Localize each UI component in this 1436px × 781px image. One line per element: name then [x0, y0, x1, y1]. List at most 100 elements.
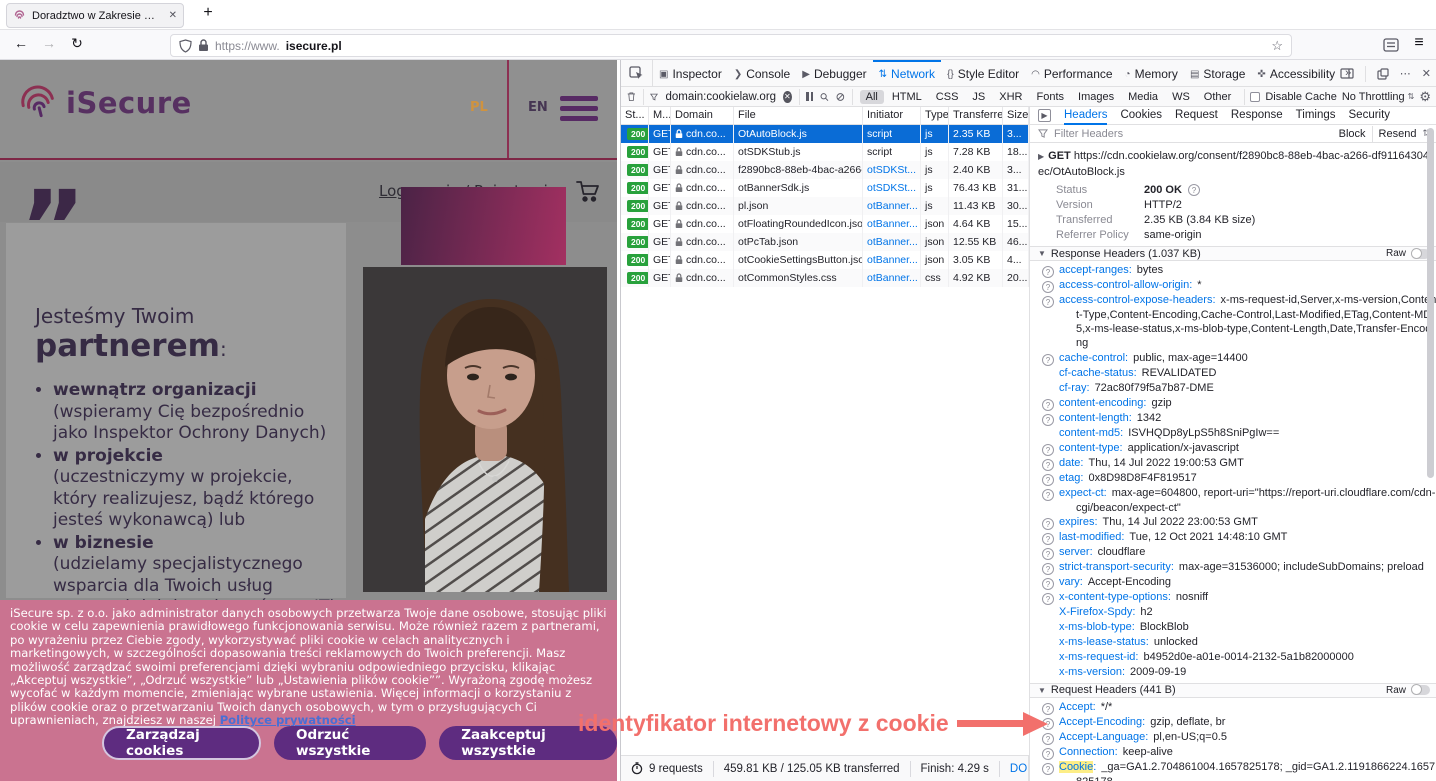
disable-cache-label[interactable]: Disable Cache [1265, 91, 1337, 103]
info-icon[interactable]: ? [1042, 593, 1054, 605]
info-icon[interactable]: ? [1042, 399, 1054, 411]
info-icon[interactable]: ? [1042, 474, 1054, 486]
responsive-mode-icon[interactable] [1340, 68, 1354, 79]
panel-tab-response[interactable]: Response [1231, 107, 1283, 125]
info-icon[interactable]: ? [1042, 578, 1054, 590]
network-request-row[interactable]: 200 GET cdn.co... otCookieSettingsButton… [621, 251, 1029, 269]
info-icon[interactable]: ? [1042, 548, 1054, 560]
pause-recording-icon[interactable] [806, 92, 813, 101]
info-icon[interactable]: ? [1042, 444, 1054, 456]
info-icon[interactable]: ? [1042, 563, 1054, 575]
network-request-row[interactable]: 200 GET cdn.co... pl.json otBanner... js… [621, 197, 1029, 215]
info-icon[interactable]: ? [1042, 518, 1054, 530]
block-button[interactable]: Block [1339, 128, 1366, 140]
info-icon[interactable]: ? [1042, 414, 1054, 426]
info-icon[interactable]: ? [1042, 266, 1054, 278]
clear-requests-trash-icon[interactable] [627, 90, 636, 103]
panel-tab-cookies[interactable]: Cookies [1120, 107, 1162, 125]
reload-button[interactable]: ↻ [66, 35, 88, 52]
info-icon[interactable]: ? [1042, 489, 1054, 501]
raw-toggle[interactable] [1411, 685, 1430, 695]
panel-tab-security[interactable]: Security [1349, 107, 1391, 125]
filter-headers-input[interactable]: Filter Headers [1054, 128, 1333, 140]
filter-html[interactable]: HTML [886, 90, 928, 104]
info-icon[interactable]: ? [1042, 459, 1054, 471]
site-menu-icon[interactable] [560, 96, 598, 126]
request-url-summary[interactable]: ▶GET https://cdn.cookielaw.org/consent/f… [1030, 143, 1436, 183]
column-header[interactable]: M... [649, 107, 671, 124]
domcontentloaded-time[interactable]: DOMContentLoaded: [1000, 761, 1029, 777]
devtools-close-icon[interactable]: ✕ [1422, 67, 1431, 80]
url-bar[interactable]: https://www.isecure.pl ☆ [170, 34, 1292, 57]
block-url-icon[interactable] [836, 91, 845, 103]
panel-tab-timings[interactable]: Timings [1296, 107, 1336, 125]
column-header[interactable]: St... [621, 107, 649, 124]
tab-memory[interactable]: ◔ Memory [1119, 60, 1184, 86]
disable-cache-checkbox[interactable] [1250, 92, 1260, 102]
column-header[interactable]: Transferred [949, 107, 1003, 124]
cart-icon[interactable] [575, 178, 601, 204]
new-tab-button[interactable]: + [196, 4, 220, 22]
panel-toggle-icon[interactable]: ▶ [1038, 109, 1051, 122]
column-header[interactable]: Size [1003, 107, 1029, 124]
site-logo[interactable]: iSecure [16, 82, 192, 124]
info-icon[interactable]: ? [1042, 296, 1054, 308]
network-request-row[interactable]: 200 GET cdn.co... otCommonStyles.css otB… [621, 269, 1029, 287]
clear-filter-icon[interactable]: ✕ [783, 91, 792, 103]
manage-cookies-button[interactable]: Zarządzaj cookies [102, 726, 261, 760]
tab-storage[interactable]: ▤ Storage [1184, 60, 1251, 86]
tab-network[interactable]: ⇅ Network [873, 60, 941, 86]
search-icon[interactable] [820, 91, 829, 103]
forward-button[interactable]: → [38, 35, 60, 51]
info-icon[interactable]: ? [1042, 533, 1054, 545]
filter-ws[interactable]: WS [1166, 90, 1196, 104]
filter-images[interactable]: Images [1072, 90, 1120, 104]
shield-icon[interactable] [179, 39, 192, 53]
tab-performance[interactable]: ◠ Performance [1025, 60, 1118, 86]
request-headers-section[interactable]: ▼ Request Headers (441 B) Raw [1030, 683, 1436, 698]
column-header[interactable]: Initiator [863, 107, 921, 124]
info-icon[interactable]: ? [1188, 184, 1200, 196]
network-request-row[interactable]: 200 GET cdn.co... otFloatingRoundedIcon.… [621, 215, 1029, 233]
tab-console[interactable]: ❯ Console [728, 60, 796, 86]
language-pl[interactable]: PL [470, 100, 488, 115]
filter-all[interactable]: All [860, 90, 884, 104]
filter-css[interactable]: CSS [930, 90, 965, 104]
pick-element-icon[interactable] [621, 60, 653, 86]
tab-accessibility[interactable]: ✜ Accessibility [1251, 60, 1341, 86]
tab-debugger[interactable]: ▶ Debugger [796, 60, 872, 86]
filter-other[interactable]: Other [1198, 90, 1238, 104]
tab-inspector[interactable]: ▣ Inspector [653, 60, 728, 86]
browser-tab[interactable]: Doradztwo w Zakresie Ochrony Dany ✕ [6, 3, 184, 28]
network-request-row[interactable]: 200 GET cdn.co... otBannerSdk.js otSDKSt… [621, 179, 1029, 197]
info-icon[interactable]: ? [1042, 354, 1054, 366]
tab-close-icon[interactable]: ✕ [169, 10, 177, 21]
filter-media[interactable]: Media [1122, 90, 1164, 104]
column-header[interactable]: Domain [671, 107, 734, 124]
panel-tab-request[interactable]: Request [1175, 107, 1218, 125]
network-request-row[interactable]: 200 GET cdn.co... otPcTab.json otBanner.… [621, 233, 1029, 251]
filter-js[interactable]: JS [966, 90, 991, 104]
info-icon[interactable]: ? [1042, 763, 1054, 775]
filter-fonts[interactable]: Fonts [1031, 90, 1071, 104]
app-menu-icon[interactable]: ≡ [1408, 34, 1430, 52]
network-request-row[interactable]: 200 GET cdn.co... OtAutoBlock.js script … [621, 125, 1029, 143]
back-button[interactable]: ← [10, 35, 32, 51]
filter-xhr[interactable]: XHR [993, 90, 1028, 104]
bookmark-star-icon[interactable]: ☆ [1271, 38, 1283, 54]
resend-button[interactable]: Resend [1379, 128, 1417, 140]
column-header[interactable]: Type [921, 107, 949, 124]
column-header[interactable]: File [734, 107, 863, 124]
devtools-menu-icon[interactable]: ⋯ [1400, 67, 1411, 80]
network-settings-gear-icon[interactable]: ⚙ [1419, 89, 1431, 105]
info-icon[interactable]: ? [1042, 748, 1054, 760]
panel-scrollbar[interactable] [1427, 128, 1434, 478]
response-headers-section[interactable]: ▼ Response Headers (1.037 KB) Raw [1030, 246, 1436, 261]
library-icon[interactable] [1383, 38, 1399, 52]
panel-tab-headers[interactable]: Headers [1064, 107, 1107, 125]
network-request-row[interactable]: 200 GET cdn.co... f2890bc8-88eb-4bac-a26… [621, 161, 1029, 179]
language-en[interactable]: EN [528, 100, 548, 115]
reject-all-button[interactable]: Odrzuć wszystkie [274, 726, 426, 760]
network-filter-input[interactable]: domain:cookielaw.org [665, 91, 776, 103]
dock-side-icon[interactable] [1377, 68, 1389, 80]
